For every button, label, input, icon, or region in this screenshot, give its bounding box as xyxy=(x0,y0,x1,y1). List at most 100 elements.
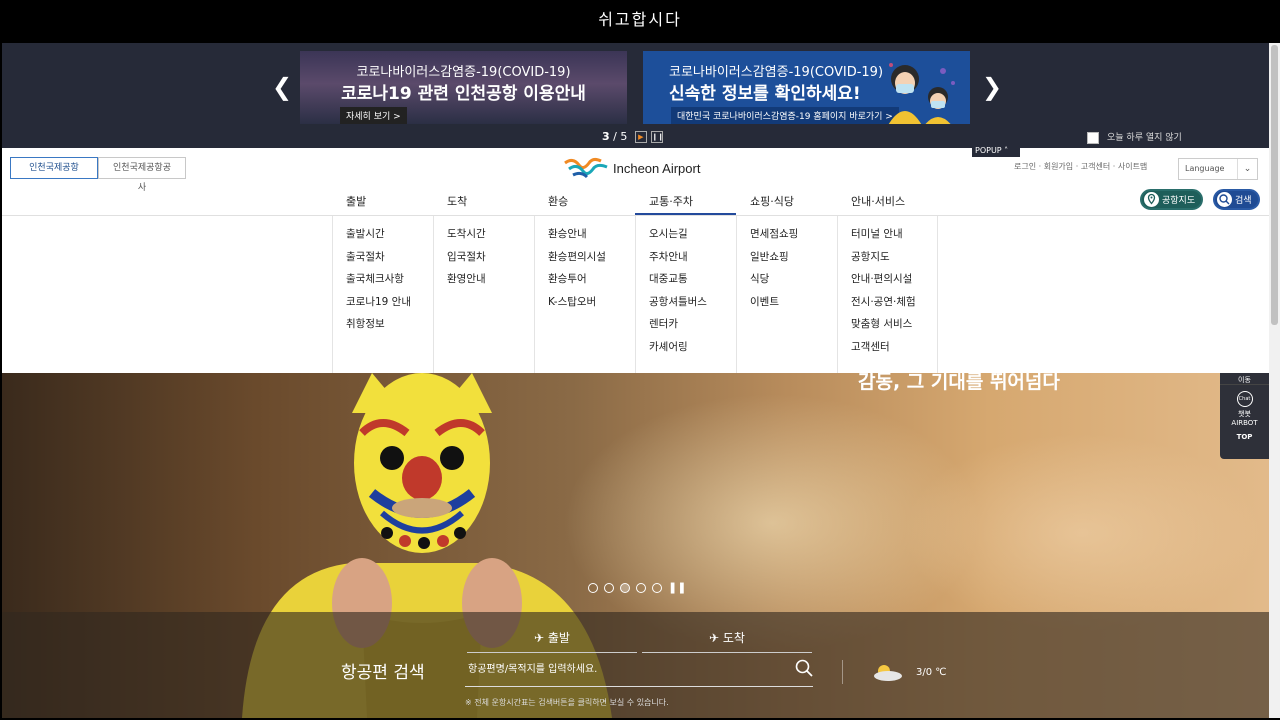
menu-item[interactable]: 환승투어 xyxy=(548,271,635,294)
menu-item[interactable]: 일반쇼핑 xyxy=(750,249,837,272)
flight-search-note: ※ 전체 운항시간표는 검색버튼을 클릭하면 보실 수 있습니다. xyxy=(465,698,669,707)
menu-item[interactable]: 공항셔틀버스 xyxy=(649,294,736,317)
pager-total: 5 xyxy=(620,130,628,143)
menu-item[interactable]: 출국체크사항 xyxy=(346,271,433,294)
no-show-today[interactable]: 오늘 하루 열지 않기 xyxy=(1087,130,1182,144)
banner-1-subtitle: 코로나바이러스감염증-19(COVID-19) xyxy=(356,65,571,80)
menu-item[interactable]: 오시는길 xyxy=(649,226,736,249)
menu-item[interactable]: 환승안내 xyxy=(548,226,635,249)
arrival-tab-label: 도착 xyxy=(722,631,745,645)
menu-item[interactable]: 카셰어링 xyxy=(649,339,736,362)
nav-arrival[interactable]: 도착 xyxy=(433,193,534,215)
menu-item[interactable]: 면세점쇼핑 xyxy=(750,226,837,249)
slide-dot[interactable] xyxy=(588,582,598,593)
menu-item[interactable]: 이벤트 xyxy=(750,294,837,317)
banner-1-detail-button[interactable]: 자세히 보기 > xyxy=(340,107,407,124)
banner-2-link-button[interactable]: 대한민국 코로나바이러스감염증-19 홈페이지 바로가기 > xyxy=(671,107,899,124)
menu-item[interactable]: 입국절차 xyxy=(447,249,534,272)
pager-current: 3 xyxy=(602,130,610,143)
popup-pager: 3 / 5 ▶ ❙❙ xyxy=(602,130,664,143)
menu-item[interactable]: 고객센터 xyxy=(851,339,937,362)
chevron-down-icon: ⌄ xyxy=(1237,159,1257,179)
quick-move[interactable]: 이동 xyxy=(1220,373,1269,385)
site-logo[interactable]: Incheon Airport xyxy=(563,155,700,181)
utility-links[interactable]: 로그인 · 회원가입 · 고객센터 · 사이트맵 xyxy=(1014,161,1147,172)
next-arrow-icon[interactable]: ❯ xyxy=(982,73,1002,101)
chatbot-label[interactable]: 챗봇 xyxy=(1220,409,1269,419)
tab-airport-corporation[interactable]: 인천국제공항공사 xyxy=(98,157,186,193)
pause-icon[interactable]: ❙❙ xyxy=(650,131,664,143)
partly-cloudy-icon xyxy=(874,665,902,681)
menu-item[interactable]: 안내·편의시설 xyxy=(851,271,937,294)
menu-item[interactable]: 코로나19 안내 xyxy=(346,294,433,317)
menu-item[interactable]: 환승편의시설 xyxy=(548,249,635,272)
menu-item[interactable]: 맞춤형 서비스 xyxy=(851,316,937,339)
no-show-label: 오늘 하루 열지 않기 xyxy=(1107,133,1182,143)
search-icon xyxy=(1217,192,1232,207)
airbot-label[interactable]: AIRBOT xyxy=(1220,419,1269,427)
popup-toggle-tab[interactable]: POPUP ˄ xyxy=(972,144,1020,157)
popup-banner-2[interactable]: 코로나바이러스감염증-19(COVID-19) 신속한 정보를 확인하세요! 대… xyxy=(643,51,970,124)
nav-transfer[interactable]: 환승 xyxy=(534,193,635,215)
slide-dot-active[interactable] xyxy=(620,582,630,593)
tab-incheon-airport[interactable]: 인천국제공항 xyxy=(10,157,98,179)
slide-dot[interactable] xyxy=(604,582,614,593)
menu-item[interactable]: 도착시간 xyxy=(447,226,534,249)
menu-item[interactable]: 렌터카 xyxy=(649,316,736,339)
tab-departure-search[interactable]: ✈ 출발 xyxy=(467,629,637,653)
menu-item[interactable]: 터미널 안내 xyxy=(851,226,937,249)
slide-dot[interactable] xyxy=(636,582,646,593)
chat-icon[interactable]: Chat xyxy=(1236,391,1253,407)
weather-widget: 3/0 ℃ xyxy=(870,662,947,682)
site-header: 인천국제공항 인천국제공항공사 Incheon Airport POPUP ˄ … xyxy=(2,144,1269,216)
flight-search-panel: 항공편 검색 ✈ 출발 ✈ 도착 항공편명/목적지를 입력하세요. ※ 전체 운… xyxy=(2,612,1269,718)
prev-arrow-icon[interactable]: ❮ xyxy=(272,73,292,101)
weather-divider xyxy=(842,660,843,684)
quick-side-bar: 이동 Chat 챗봇 AIRBOT TOP xyxy=(1220,373,1269,459)
mega-menu: 출발시간 출국절차 출국체크사항 코로나19 안내 취항정보 도착시간 입국절차… xyxy=(2,216,1269,373)
play-icon[interactable]: ▶ xyxy=(634,131,647,143)
language-label: Language xyxy=(1185,164,1225,173)
airport-map-button[interactable]: 공항지도 xyxy=(1140,189,1204,210)
airport-logo-icon xyxy=(564,157,608,179)
site-tabs: 인천국제공항 인천국제공항공사 xyxy=(10,157,186,193)
menu-item[interactable]: 전시·공연·체험 xyxy=(851,294,937,317)
menu-item[interactable]: 취항정보 xyxy=(346,316,433,339)
weather-temperature: 3/0 ℃ xyxy=(916,666,947,678)
popup-tab-label: POPUP xyxy=(975,146,1002,155)
nav-shopping-dining[interactable]: 쇼핑·식당 xyxy=(736,193,837,215)
menu-item[interactable]: 환영안내 xyxy=(447,271,534,294)
menu-item[interactable]: 대중교통 xyxy=(649,271,736,294)
scroll-top-button[interactable]: TOP xyxy=(1220,433,1269,441)
nav-info-services[interactable]: 안내·서비스 xyxy=(837,193,938,215)
mega-col-info: 터미널 안내 공항지도 안내·편의시설 전시·공연·체험 맞춤형 서비스 고객센… xyxy=(837,216,938,373)
flight-search-input[interactable]: 항공편명/목적지를 입력하세요. xyxy=(465,659,813,687)
menu-item[interactable]: 식당 xyxy=(750,271,837,294)
menu-item[interactable]: 공항지도 xyxy=(851,249,937,272)
hero-visual: 감동, 그 기대를 뛰어넘다 ❚❚ 항공편 검색 ✈ 출발 ✈ 도착 항공편명/… xyxy=(2,373,1269,718)
mega-col-departure: 출발시간 출국절차 출국체크사항 코로나19 안내 취항정보 xyxy=(332,216,433,373)
menu-item[interactable]: 출국절차 xyxy=(346,249,433,272)
tab-arrival-search[interactable]: ✈ 도착 xyxy=(642,629,812,653)
menu-item[interactable]: 주차안내 xyxy=(649,249,736,272)
search-icon[interactable] xyxy=(795,659,813,677)
search-button[interactable]: 검색 xyxy=(1213,189,1260,210)
language-select[interactable]: Language ⌄ xyxy=(1178,158,1258,180)
scrollbar-thumb[interactable] xyxy=(1271,45,1278,325)
search-button-label: 검색 xyxy=(1235,196,1252,206)
nav-transport-parking[interactable]: 교통·주차 xyxy=(635,193,736,215)
no-show-checkbox[interactable] xyxy=(1087,131,1099,144)
slide-dot[interactable] xyxy=(652,582,662,593)
nav-departure[interactable]: 출발 xyxy=(332,193,433,215)
menu-item[interactable]: 출발시간 xyxy=(346,226,433,249)
page-scrollbar[interactable] xyxy=(1269,43,1280,718)
menu-item[interactable]: K-스탑오버 xyxy=(548,294,635,317)
plane-takeoff-icon: ✈ xyxy=(534,631,545,645)
mega-col-transfer: 환승안내 환승편의시설 환승투어 K-스탑오버 xyxy=(534,216,635,373)
popup-banner-1[interactable]: 코로나바이러스감염증-19(COVID-19) 코로나19 관련 인천공항 이용… xyxy=(300,51,627,124)
map-pin-icon xyxy=(1144,192,1159,207)
airport-map-label: 공항지도 xyxy=(1162,196,1196,206)
hero-background-blur xyxy=(902,433,1262,633)
slide-pause-icon[interactable]: ❚❚ xyxy=(668,581,686,594)
browser-viewport: ❮ 코로나바이러스감염증-19(COVID-19) 코로나19 관련 인천공항 … xyxy=(2,43,1269,718)
